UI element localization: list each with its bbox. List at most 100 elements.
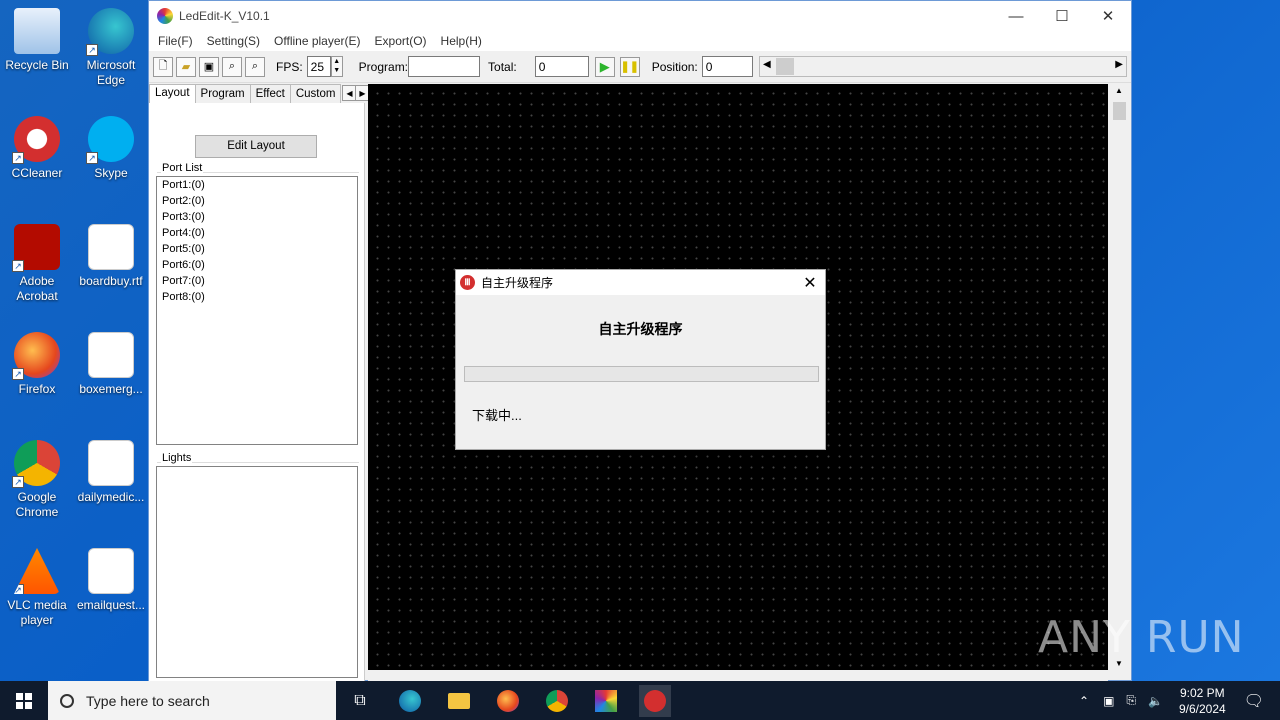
edit-layout-button[interactable]: Edit Layout: [195, 135, 317, 158]
shortcut-arrow-icon: ↗: [12, 368, 24, 380]
fps-stepper[interactable]: ▲ ▼: [330, 56, 343, 77]
total-input[interactable]: [534, 56, 589, 77]
tab-effect[interactable]: Effect: [249, 84, 291, 104]
position-input[interactable]: [701, 56, 753, 77]
taskbar-chrome-icon[interactable]: [541, 685, 573, 717]
shortcut-arrow-icon: ↗: [12, 476, 24, 488]
menu-export[interactable]: Export(O): [368, 34, 434, 48]
tray-app-icon[interactable]: ▣: [1103, 694, 1114, 708]
desktop-icon[interactable]: ↗ Skype: [74, 110, 148, 210]
menu-bar: File(F) Setting(S) Offline player(E) Exp…: [149, 31, 1131, 51]
tab-scroll-left-icon[interactable]: ◀: [342, 85, 357, 101]
start-button[interactable]: [0, 681, 48, 720]
desktop-icon-label: emailquest...: [76, 598, 146, 612]
zoom-out-icon[interactable]: ⌕: [245, 56, 265, 77]
desktop-icon-label: Skype: [94, 166, 128, 180]
save-icon[interactable]: ▣: [199, 56, 219, 77]
task-view-icon[interactable]: ⧉: [344, 685, 376, 717]
port-list-item[interactable]: Port7:(0): [157, 273, 357, 289]
vscroll-thumb[interactable]: [1113, 102, 1126, 120]
play-icon[interactable]: ▶: [594, 56, 615, 77]
layout-panel: Edit Layout Port List Port1:(0) Port2:(0)…: [149, 103, 365, 681]
taskbar: Type here to search ⧉ ⌃ ▣ ⎘ 🔈 9:02 PM 9/…: [0, 681, 1280, 720]
upgrade-dialog: Ⅲ 自主升级程序 ✕ 自主升级程序 下载中...: [455, 269, 826, 450]
taskbar-file-explorer-icon[interactable]: [443, 685, 475, 717]
tray-chevron-icon[interactable]: ⌃: [1079, 694, 1089, 708]
taskbar-edge-icon[interactable]: [394, 685, 426, 717]
taskbar-upgrade-icon[interactable]: [639, 685, 671, 717]
pause-icon[interactable]: ❚❚: [619, 56, 640, 77]
port-list-item[interactable]: Port3:(0): [157, 209, 357, 225]
download-progress-bar: [464, 366, 819, 382]
port-list-item[interactable]: Port6:(0): [157, 257, 357, 273]
fps-input[interactable]: [306, 56, 331, 77]
zoom-in-icon[interactable]: ⌕: [222, 56, 242, 77]
left-panel-tabs: Layout Program Effect Custom ◀ ▶: [149, 84, 370, 104]
desktop-icon-label: Adobe Acrobat: [16, 274, 58, 303]
desktop-icon[interactable]: dailymedic...: [74, 434, 148, 534]
menu-setting[interactable]: Setting(S): [200, 34, 267, 48]
search-icon: [60, 693, 74, 708]
port-list-item[interactable]: Port4:(0): [157, 225, 357, 241]
tab-layout[interactable]: Layout: [149, 84, 196, 104]
menu-offline-player[interactable]: Offline player(E): [267, 34, 367, 48]
edge-icon: ↗: [86, 8, 134, 56]
upgrade-app-icon: Ⅲ: [460, 275, 475, 290]
tab-custom[interactable]: Custom: [289, 84, 342, 104]
dialog-close-icon[interactable]: ✕: [795, 273, 825, 293]
program-label: Program:: [358, 59, 409, 74]
new-file-icon[interactable]: 🗋: [153, 56, 173, 77]
desktop-icon[interactable]: boardbuy.rtf: [74, 218, 148, 318]
open-folder-icon[interactable]: ▰: [176, 56, 196, 77]
scroll-left-icon[interactable]: ◀: [763, 59, 771, 70]
lights-label: Lights: [161, 452, 193, 464]
network-icon[interactable]: ⎘: [1126, 693, 1136, 708]
canvas-vertical-scrollbar[interactable]: ▲ ▼: [1111, 84, 1129, 670]
desktop-icon[interactable]: ↗ Firefox: [0, 326, 74, 426]
notification-icon[interactable]: 🗨: [1244, 691, 1264, 711]
port-list-label: Port List: [161, 162, 204, 174]
taskbar-lededit-icon[interactable]: [590, 685, 622, 717]
download-status: 下载中...: [472, 408, 522, 423]
desktop-icon-label: VLC media player: [7, 598, 67, 627]
scroll-thumb[interactable]: [776, 58, 794, 75]
scroll-up-icon[interactable]: ▲: [1115, 86, 1123, 95]
minimize-button[interactable]: —: [993, 1, 1039, 31]
desktop-icon[interactable]: ↗ VLC media player: [0, 542, 74, 642]
menu-help[interactable]: Help(H): [434, 34, 489, 48]
menu-file[interactable]: File(F): [151, 34, 200, 48]
desktop-icon[interactable]: ↗ Microsoft Edge: [74, 2, 148, 102]
taskbar-firefox-icon[interactable]: [492, 685, 524, 717]
lights-list[interactable]: [156, 466, 358, 678]
word-doc-icon: [88, 548, 134, 594]
program-input[interactable]: [408, 56, 481, 77]
desktop-icon[interactable]: ↗ CCleaner: [0, 110, 74, 210]
desktop-icon-label: Recycle Bin: [5, 58, 69, 72]
port-list[interactable]: Port1:(0) Port2:(0) Port3:(0) Port4:(0) Port…: [156, 176, 358, 445]
total-label: Total:: [488, 59, 517, 74]
port-list-item[interactable]: Port1:(0): [157, 177, 357, 193]
dialog-heading: 自主升级程序: [598, 321, 683, 337]
clock[interactable]: 9:02 PM 9/6/2024: [1179, 685, 1226, 717]
desktop-icon[interactable]: ↗ Adobe Acrobat: [0, 218, 74, 318]
desktop-icon-label: Microsoft Edge: [86, 58, 136, 87]
port-list-item[interactable]: Port2:(0): [157, 193, 357, 209]
desktop-icon-label: boxemerg...: [79, 382, 143, 396]
shortcut-arrow-icon: ↗: [12, 152, 24, 164]
close-button[interactable]: ✕: [1085, 1, 1131, 31]
desktop-icon[interactable]: emailquest...: [74, 542, 148, 642]
taskbar-search-box[interactable]: Type here to search: [48, 681, 336, 720]
port-list-item[interactable]: Port8:(0): [157, 289, 357, 305]
timeline-scrollbar[interactable]: ◀ ▶: [759, 56, 1127, 77]
maximize-button[interactable]: ☐: [1039, 1, 1085, 31]
desktop-icon[interactable]: ↗ Google Chrome: [0, 434, 74, 534]
word-doc-icon: [88, 224, 134, 270]
desktop-icon[interactable]: Recycle Bin: [0, 2, 74, 102]
tab-program[interactable]: Program: [194, 84, 251, 104]
scroll-right-icon[interactable]: ▶: [1115, 59, 1123, 70]
desktop-icon[interactable]: boxemerg...: [74, 326, 148, 426]
volume-icon[interactable]: 🔈: [1148, 694, 1163, 708]
recycle-bin-icon: [14, 8, 60, 54]
port-list-item[interactable]: Port5:(0): [157, 241, 357, 257]
vlc-icon: ↗: [14, 548, 60, 594]
